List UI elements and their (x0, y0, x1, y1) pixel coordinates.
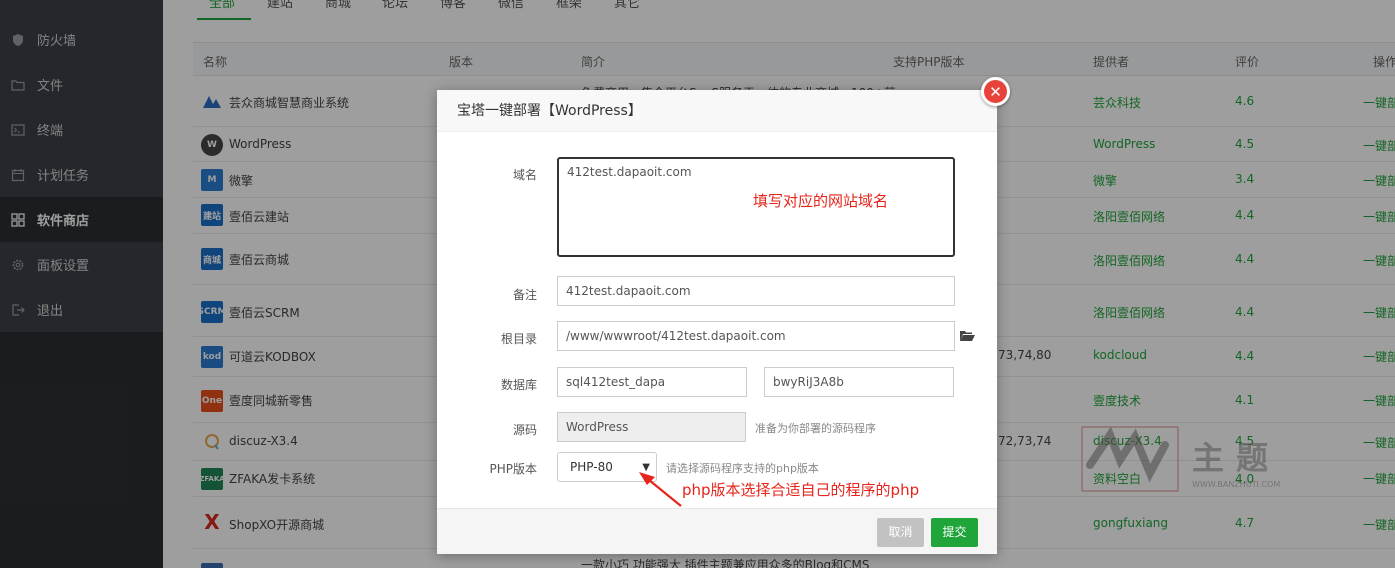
domain-annotation: 填写对应的网站域名 (753, 192, 889, 210)
source-label: 源码 (512, 423, 537, 437)
deploy-dialog: 宝塔一键部署【WordPress】 域名 412test.dapaoit.com… (437, 90, 997, 554)
root-dir-input[interactable]: /www/wwwroot/412test.dapaoit.com (557, 321, 955, 351)
remark-input[interactable]: 412test.dapaoit.com (557, 276, 955, 306)
annotation-arrow-icon (639, 472, 682, 507)
database-label: 数据库 (500, 378, 537, 392)
dialog-title: 宝塔一键部署【WordPress】 (437, 90, 997, 132)
remark-label: 备注 (512, 288, 537, 302)
dialog-footer: 取消 提交 (437, 508, 997, 554)
php-version-hint: 请选择源码程序支持的php版本 (666, 462, 819, 475)
domain-value: 412test.dapaoit.com (567, 165, 692, 179)
root-dir-label: 根目录 (500, 332, 537, 346)
php-version-label: PHP版本 (489, 462, 538, 476)
php-annotation: php版本选择合适自己的程序的php (682, 481, 920, 499)
source-input: WordPress (557, 412, 746, 442)
database-password-input[interactable]: bwyRiJ3A8b (764, 367, 954, 397)
domain-label: 域名 (512, 168, 537, 182)
close-icon[interactable]: ✕ (981, 77, 1010, 106)
php-version-value: PHP-80 (570, 460, 613, 474)
source-hint: 准备为你部署的源码程序 (755, 422, 876, 435)
database-name-input[interactable]: sql412test_dapa (557, 367, 747, 397)
cancel-button[interactable]: 取消 (877, 518, 924, 547)
folder-open-icon[interactable] (960, 330, 975, 345)
submit-button[interactable]: 提交 (931, 518, 978, 547)
